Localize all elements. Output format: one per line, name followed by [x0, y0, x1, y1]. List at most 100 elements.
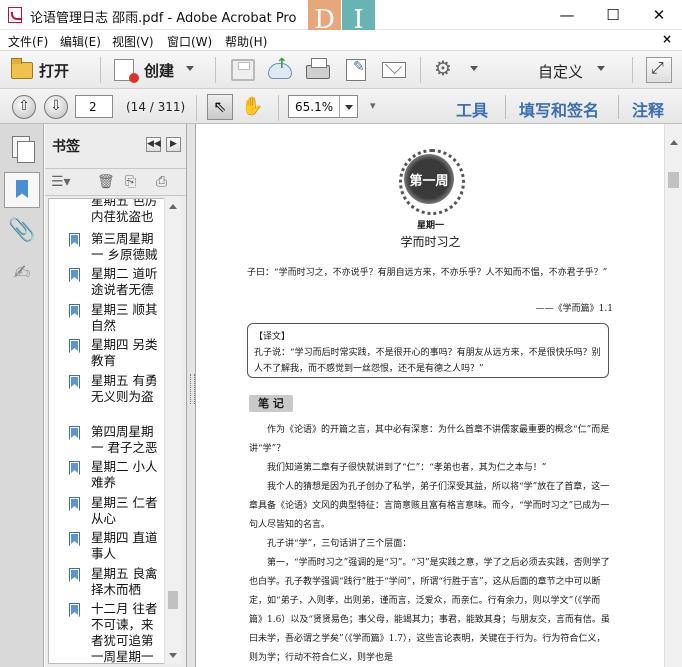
- menu-edit[interactable]: 编辑(E): [60, 33, 101, 50]
- email-icon[interactable]: [382, 62, 406, 78]
- expand-bookmark-icon[interactable]: ⎙: [156, 174, 167, 192]
- title-bar: 论语管理日志 邵雨.pdf - Adobe Acrobat Pro D I — …: [0, 0, 682, 40]
- open-button[interactable]: 打开: [11, 57, 69, 83]
- scroll-up-icon[interactable]: [670, 140, 678, 145]
- save-icon[interactable]: [231, 59, 255, 81]
- bookmarks-icon[interactable]: [4, 172, 40, 208]
- body-paragraph: 我们知道第二章有子很快就讲到了“仁”：“孝弟也者，其为仁之本与！”: [267, 463, 547, 473]
- maximize-button[interactable]: ☐: [590, 0, 636, 30]
- gear-icon[interactable]: ⚙: [434, 56, 458, 80]
- scroll-down-icon[interactable]: [169, 653, 177, 658]
- attachments-icon[interactable]: 📎: [6, 218, 38, 250]
- close-button[interactable]: ✕: [636, 0, 682, 30]
- menu-help[interactable]: 帮助(H): [225, 33, 267, 50]
- bookmark-label: 第四周星期一 君子之恶: [91, 424, 158, 455]
- create-pdf-icon: [114, 59, 139, 83]
- bookmark-item[interactable]: 星期三 仁者从心: [49, 495, 167, 529]
- separator: [196, 95, 197, 121]
- chevron-down-icon[interactable]: [597, 66, 605, 71]
- delete-bookmark-icon[interactable]: 🗑: [97, 174, 115, 192]
- body-paragraph: 第一，“学而时习之”强调的是“习”。“习”是实践之意，学了之后必须去实践，否则学…: [249, 558, 610, 663]
- menu-view[interactable]: 视图(V): [112, 33, 154, 50]
- customize-menu[interactable]: 自定义: [538, 61, 583, 82]
- minimize-button[interactable]: —: [544, 0, 590, 30]
- document-scrollbar[interactable]: [664, 124, 682, 667]
- notes-heading: 笔 记: [249, 395, 293, 412]
- pdf-page: 第一周 星期一 学而时习之 子曰：“学而时习之，不亦说乎？有朋自远方来，不亦乐乎…: [197, 124, 664, 667]
- page-thumbnails-icon[interactable]: [6, 132, 38, 164]
- bookmark-label: 星期四 直道事人: [91, 530, 158, 561]
- document-viewer: 第一周 星期一 学而时习之 子曰：“学而时习之，不亦说乎？有朋自远方来，不亦乐乎…: [197, 124, 664, 667]
- separator: [420, 57, 421, 83]
- bookmark-label: 星期四 另类教育: [91, 337, 158, 368]
- bookmark-item[interactable]: 星期四 直道事人: [49, 530, 167, 564]
- separator: [278, 95, 279, 121]
- tab-comment[interactable]: 注释: [632, 97, 664, 121]
- chevron-down-icon[interactable]: [339, 96, 357, 117]
- bookmark-label: 星期三 顺其自然: [91, 302, 158, 333]
- bookmark-item[interactable]: 十二月 往者不可谏，来者犹可追第一周星期一: [49, 601, 167, 663]
- bookmark-icon: [69, 426, 80, 440]
- options-panel-icon[interactable]: ▶: [166, 137, 181, 152]
- chevron-down-icon[interactable]: [186, 66, 194, 71]
- bookmark-label: 星期五 色厉内荏犹盗也: [91, 198, 158, 224]
- full-screen-icon[interactable]: [646, 57, 672, 83]
- bookmark-item[interactable]: 星期四 另类教育: [49, 337, 167, 371]
- chevron-down-icon[interactable]: [470, 66, 478, 71]
- signatures-icon[interactable]: ✍: [6, 260, 38, 292]
- window-title: 论语管理日志 邵雨.pdf - Adobe Acrobat Pro: [30, 11, 297, 26]
- bookmark-icon: [69, 532, 80, 546]
- edit-document-icon[interactable]: [346, 59, 366, 81]
- bookmark-item[interactable]: 星期五 色厉内荏犹盗也: [49, 198, 167, 227]
- separator: [618, 95, 619, 119]
- bookmarks-scrollbar[interactable]: [164, 198, 181, 664]
- new-bookmark-icon[interactable]: ⎘: [125, 174, 136, 192]
- bookmark-icon: [69, 304, 80, 318]
- tab-fill-sign[interactable]: 填写和签名: [519, 97, 599, 121]
- scroll-up-icon[interactable]: [169, 204, 177, 209]
- more-tools-icon[interactable]: ▾: [370, 99, 376, 112]
- upload-cloud-icon[interactable]: [268, 56, 292, 79]
- tab-tools[interactable]: 工具: [456, 97, 488, 121]
- create-button[interactable]: 创建: [114, 57, 174, 83]
- zoom-select[interactable]: 65.1%: [288, 95, 358, 118]
- bookmark-item[interactable]: 第三周星期一 乡原德贼: [49, 231, 167, 265]
- select-tool-icon[interactable]: ⇖: [207, 94, 233, 120]
- menu-window[interactable]: 窗口(W): [167, 33, 212, 50]
- bookmarks-title: 书签: [52, 139, 80, 155]
- open-label: 打开: [39, 61, 70, 80]
- scroll-thumb[interactable]: [168, 591, 178, 609]
- previous-page-icon[interactable]: ⇧: [12, 95, 36, 119]
- hand-tool-icon[interactable]: ✋: [241, 96, 263, 117]
- create-label: 创建: [144, 61, 175, 80]
- bookmark-item[interactable]: 第四周星期一 君子之恶: [49, 424, 167, 458]
- bookmark-label: 星期三 仁者从心: [91, 495, 158, 526]
- page-number-input[interactable]: 2: [75, 95, 113, 118]
- print-icon[interactable]: [306, 58, 330, 79]
- next-page-icon[interactable]: ⇩: [44, 95, 68, 119]
- acrobat-icon: [8, 7, 22, 23]
- menu-file[interactable]: 文件(F): [8, 33, 48, 50]
- bookmark-item[interactable]: 星期五 有勇无义则为盗: [49, 373, 167, 423]
- bookmark-item[interactable]: 星期三 顺其自然: [49, 302, 167, 336]
- bookmark-label: 第三周星期一 乡原德贼: [91, 231, 158, 262]
- bookmark-icon: [69, 568, 80, 582]
- body-text: 作为《论语》的开篇之言，其中必有深意：为什么首章不讲儒家最重要的概念“仁”而是讲…: [249, 421, 611, 667]
- collapse-panel-icon[interactable]: ◀◀: [146, 137, 161, 152]
- chapter-title: 学而时习之: [400, 235, 461, 249]
- bookmark-item[interactable]: 星期二 道听途说者无德: [49, 266, 167, 300]
- bookmark-item[interactable]: 星期二 小人难养: [49, 459, 167, 493]
- week-badge-text: 第一周: [409, 174, 449, 189]
- close-document-icon[interactable]: ×: [662, 32, 672, 46]
- bookmark-options-icon[interactable]: ☰▾: [51, 174, 71, 192]
- scroll-thumb[interactable]: [668, 172, 679, 188]
- bookmark-label: 星期二 道听途说者无德: [91, 266, 158, 297]
- quote-text: 子曰：“学而时习之，不亦说乎？有朋自远方来，不亦乐乎？人不知而不愠，不亦君子乎？…: [247, 268, 608, 278]
- body-paragraph: 作为《论语》的开篇之言，其中必有深意：为什么首章不讲儒家最重要的概念“仁”而是讲…: [249, 425, 610, 454]
- week-badge: 第一周: [399, 149, 465, 215]
- zoom-value: 65.1%: [295, 100, 334, 114]
- quote-source: ——《学而篇》1.1: [535, 304, 613, 314]
- bookmark-icon: [69, 268, 80, 282]
- panel-splitter[interactable]: [187, 124, 196, 667]
- bookmark-item[interactable]: 星期五 良禽择木而栖: [49, 566, 167, 600]
